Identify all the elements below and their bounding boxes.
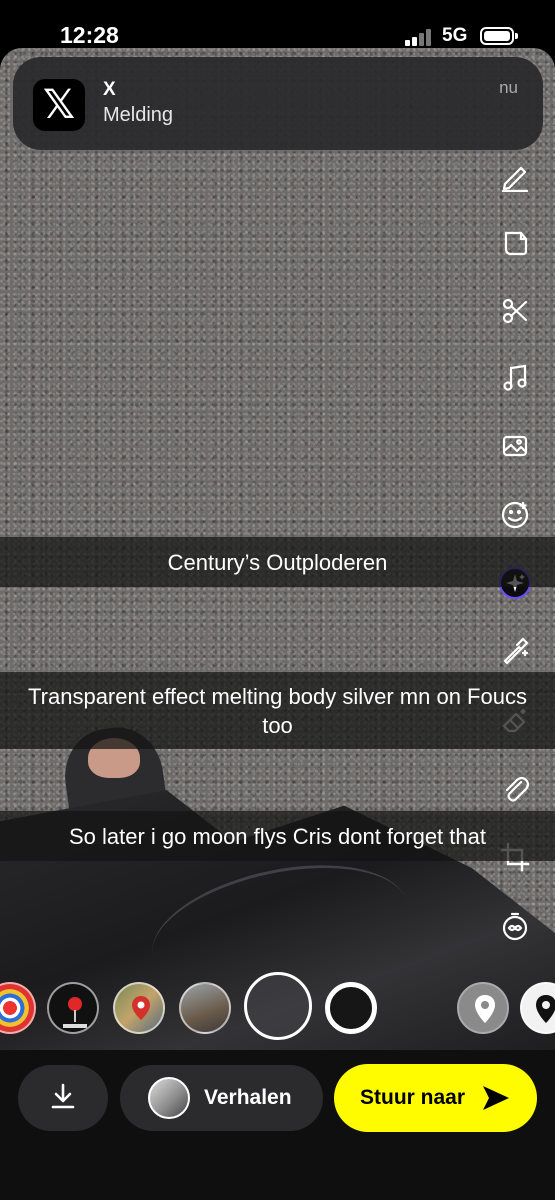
notification-time: nu bbox=[499, 78, 518, 97]
smiley-icon[interactable] bbox=[494, 494, 536, 536]
network-type: 5G bbox=[442, 25, 468, 46]
pencil-icon[interactable] bbox=[494, 155, 536, 197]
send-label: Stuur naar bbox=[360, 1086, 466, 1109]
music-icon[interactable] bbox=[494, 357, 536, 399]
paperclip-icon[interactable] bbox=[494, 768, 536, 810]
status-time: 12:28 bbox=[60, 22, 119, 48]
shutter-button[interactable] bbox=[244, 972, 312, 1040]
location-pin-lens-icon[interactable] bbox=[457, 982, 509, 1034]
black-lens-icon[interactable] bbox=[325, 982, 377, 1034]
save-button[interactable] bbox=[18, 1065, 108, 1131]
photo-lens-icon[interactable] bbox=[179, 982, 231, 1034]
map-lens-icon[interactable] bbox=[113, 982, 165, 1034]
caption-text-3: So later i go moon flys Cris dont forget… bbox=[69, 823, 486, 849]
scissors-icon[interactable] bbox=[494, 290, 536, 332]
send-to-button[interactable]: Stuur naar bbox=[334, 1064, 537, 1132]
image-frame-icon[interactable] bbox=[494, 425, 536, 467]
kano-lens-icon[interactable] bbox=[47, 982, 99, 1034]
send-arrow-icon bbox=[481, 1084, 511, 1118]
caption-text-1: Century’s Outploderen bbox=[167, 549, 388, 575]
stories-label: Verhalen bbox=[204, 1086, 292, 1109]
timer-icon[interactable] bbox=[494, 905, 536, 947]
caption-bar-3[interactable]: So later i go moon flys Cris dont forget… bbox=[0, 811, 555, 861]
sticker-icon[interactable] bbox=[494, 222, 536, 264]
battery-icon bbox=[480, 27, 518, 45]
caption-bar-2[interactable]: Transparent effect melting body silver m… bbox=[0, 672, 555, 749]
magic-pen-icon[interactable] bbox=[494, 630, 536, 672]
caption-text-2: Transparent effect melting body silver m… bbox=[28, 683, 527, 738]
download-icon bbox=[48, 1081, 78, 1116]
stories-button[interactable]: Verhalen bbox=[120, 1065, 323, 1131]
notification-app-name: X bbox=[103, 79, 116, 100]
notification-message: Melding bbox=[103, 104, 174, 126]
cellular-signal-icon bbox=[405, 28, 433, 46]
stories-avatar bbox=[148, 1077, 190, 1119]
notification-banner[interactable]: 𝕏 X Melding nu bbox=[13, 57, 543, 150]
caption-bar-1[interactable]: Century’s Outploderen bbox=[0, 537, 555, 587]
x-app-icon: 𝕏 bbox=[33, 79, 85, 131]
